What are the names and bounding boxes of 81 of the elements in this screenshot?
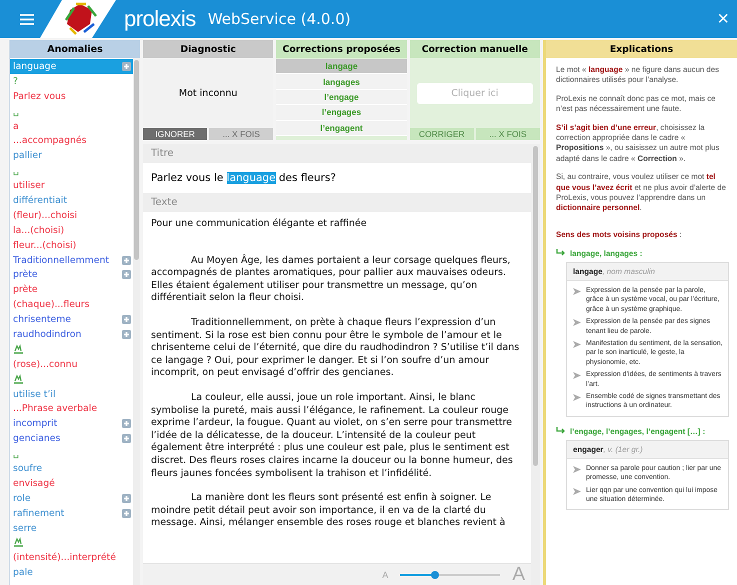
suggestion-item[interactable]: l’engagent	[276, 120, 407, 136]
panel-header: Anomalies	[10, 40, 140, 58]
scrollbar[interactable]	[531, 144, 540, 585]
anomaly-item[interactable]: ...accompagnés	[10, 133, 133, 148]
paragraph: Au Moyen Âge, les dames portaient a leur corsage quelques fleurs, accompagnés de plantes aromatiques, pour pallier aux mauvaises odeurs. Elles étaient également utiliser pour transmettre un message, qu’on différentiait selon la fleur choisi.	[151, 254, 512, 305]
plus-icon[interactable]	[122, 270, 131, 280]
close-button[interactable]: ×	[715, 8, 731, 30]
subtitle: Pour une communication élégante et raffinée	[151, 218, 368, 231]
plus-icon[interactable]	[122, 62, 131, 71]
anomaly-item[interactable]: pallier	[10, 148, 133, 164]
anomaly-item[interactable]: chrisenteme	[10, 312, 133, 328]
panel-header: Correction manuelle	[410, 40, 540, 58]
anomaly-item[interactable]: utilise t’il	[10, 386, 133, 402]
ignore-button[interactable]: IGNORER	[143, 128, 208, 140]
anomaly-item[interactable]: (intensité)...interprété	[10, 550, 133, 566]
section-header: Titre	[143, 144, 531, 163]
plus-icon[interactable]	[122, 315, 131, 324]
return-arrow-icon	[556, 249, 566, 258]
anomaly-item[interactable]: (fleur)...choisi	[10, 208, 133, 223]
anomaly-item[interactable]: gencianes	[10, 431, 133, 446]
anomaly-item[interactable]: raudhodindron	[10, 327, 133, 342]
slider-thumb[interactable]	[431, 570, 440, 578]
anomaly-item[interactable]: rafinement	[10, 506, 133, 521]
scrollbar[interactable]	[133, 58, 140, 585]
plus-icon[interactable]	[122, 494, 131, 503]
anomaly-item[interactable]: (chaque)...fleurs	[10, 297, 133, 312]
anomaly-item[interactable]: pale	[10, 565, 133, 580]
anomaly-item[interactable]: ?	[10, 74, 133, 89]
plus-icon[interactable]	[122, 508, 131, 518]
suggestion-item[interactable]: langages	[276, 74, 407, 90]
anomaly-item[interactable]: prète	[10, 267, 133, 282]
anomaly-item[interactable]: Traditionnellemment	[10, 252, 133, 268]
plus-icon[interactable]	[122, 434, 131, 444]
plus-icon[interactable]	[122, 256, 131, 265]
anomaly-item[interactable]: la...(choisi)	[10, 222, 133, 238]
panel-header: Explications	[546, 40, 737, 58]
return-arrow-icon	[556, 427, 566, 436]
section-header: Texte	[143, 193, 531, 212]
anomaly-item[interactable]: a	[10, 118, 133, 134]
bullet-arrow-icon	[573, 372, 581, 380]
anomaly-item[interactable]: ␣	[10, 163, 133, 178]
smaller-font-label: A	[382, 570, 388, 580]
anomaly-item[interactable]: incomprit	[10, 416, 133, 432]
menu-icon[interactable]	[20, 14, 34, 24]
anomaly-item[interactable]: Parlez vous	[10, 88, 133, 104]
suggestion-item[interactable]: langage	[276, 59, 407, 74]
bullet-arrow-icon	[573, 340, 581, 348]
panel-header: Diagnostic	[143, 40, 274, 58]
bullet-arrow-icon	[573, 394, 581, 401]
anomaly-item[interactable]: différentiait	[10, 193, 133, 208]
plus-icon[interactable]	[122, 419, 131, 428]
anomaly-item[interactable]: (rose)...connu	[10, 356, 133, 372]
correction-field[interactable]: Cliquer ici	[416, 82, 533, 104]
paragraph: La manière dont les fleurs sont présenté est enfin à soigner. Le moindre petit détail peut avoir son importance, il en va de la clarté du message. Ainsi, mélanger ensemble des roses rouge et blanches revient à	[151, 492, 506, 530]
anomaly-item[interactable]: role	[10, 490, 133, 506]
plus-icon[interactable]	[122, 330, 131, 339]
suggestion-item[interactable]: l’engages	[276, 105, 407, 121]
paragraph: Traditionnellemment, on prète à chaque fleurs l’expression d’un sentiment. Si la rose est bien connu pour être le symbole de l’amour et le chrisenteme celui de l’éternité, que dire du raudhodindron ? S’utilise t’il dans ce langage ? Oui, pour exprimer le danger. Et si l’on soufre d’un amour incomprit, on peut envisagé d’offrir des gencianes.	[151, 316, 520, 380]
document-title: Parlez vous le language des fleurs?	[143, 163, 531, 193]
panel-header: Corrections proposées	[276, 40, 407, 58]
bullet-arrow-icon	[573, 488, 581, 495]
anomaly-item[interactable]: fleur...(choisi)	[10, 238, 133, 253]
brand-name: prolexis	[124, 6, 196, 32]
document-text-area[interactable]	[143, 212, 531, 563]
anomaly-item[interactable]: language	[10, 59, 133, 74]
anomaly-item[interactable]: envisagé	[10, 476, 133, 491]
anomaly-item[interactable]: ␣	[10, 104, 133, 119]
diagnostic-message: Mot inconnu	[178, 88, 238, 98]
bullet-arrow-icon	[573, 319, 581, 326]
anomaly-item[interactable]: soufre	[10, 461, 133, 476]
larger-font-label: A	[512, 564, 525, 585]
anomaly-item[interactable]: ...Phrase averbale	[10, 401, 133, 416]
anomaly-item[interactable]: prète	[10, 282, 133, 298]
suggestion-item[interactable]: l’engage	[276, 90, 407, 106]
paragraph: La couleur, elle aussi, joue un role important. Ainsi, le blanc symbolise la pureté, mais aussi l’élégance, le rafinement. La couleur rouge exprime l’ardeur, la fougue. Quant au violet, on s’en serre pour transmettre l’idée de la délicatesse, de la douceur. L’intensité de la couleur peut également être interprété : plus une couleur est pale, plus le sentiment est discret. Des fleurs roses claires incarne la douceur ou la bonne humeur, des fleurs jaunes foncées symbolisent la trahison et l’infidélité.	[151, 392, 514, 480]
anomaly-item[interactable]: serre	[10, 520, 133, 536]
anomaly-item[interactable]: utiliser	[10, 178, 133, 194]
app-title: WebService (4.0.0)	[208, 10, 351, 28]
anomaly-item[interactable]: ␣	[10, 446, 133, 462]
bullet-arrow-icon	[573, 288, 581, 295]
bullet-arrow-icon	[573, 466, 581, 473]
